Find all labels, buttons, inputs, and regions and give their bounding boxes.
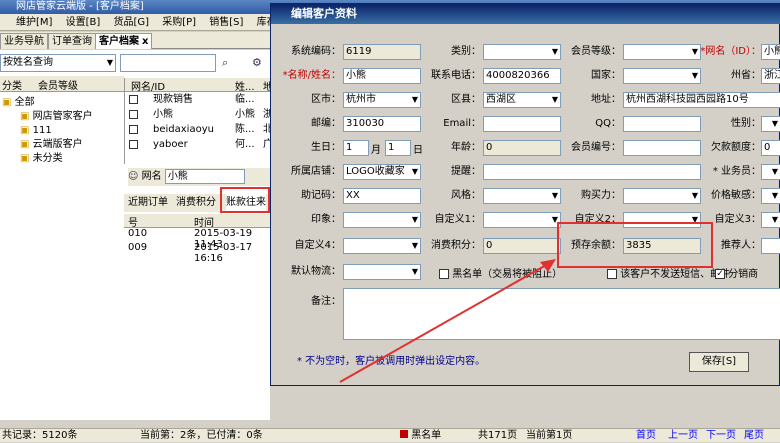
status-records: 共记录：5120条 bbox=[2, 430, 78, 441]
status-curpage: 当前第1页 bbox=[526, 430, 573, 441]
arrow-line bbox=[339, 263, 549, 383]
prev-page-link[interactable]: 上一页 bbox=[668, 429, 698, 443]
annotation-arrow bbox=[339, 259, 556, 383]
status-current: 当前第：2条，已付清：0条 bbox=[140, 430, 263, 441]
last-page-link[interactable]: 尾页 bbox=[744, 429, 764, 443]
arrow-head bbox=[540, 259, 556, 272]
status-bar: 共记录：5120条 当前第：2条，已付清：0条 黑名单 共171页 当前第1页 … bbox=[0, 428, 780, 442]
status-blacklist: 黑名单 bbox=[400, 429, 441, 443]
next-page-link[interactable]: 下一页 bbox=[706, 429, 736, 443]
first-page-link[interactable]: 首页 bbox=[636, 429, 656, 443]
status-pages: 共171页 bbox=[478, 430, 518, 441]
